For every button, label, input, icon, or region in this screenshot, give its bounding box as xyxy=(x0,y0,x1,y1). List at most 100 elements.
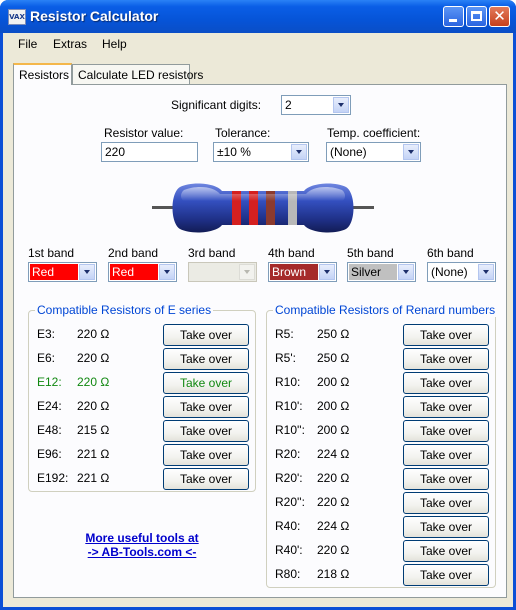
take-over-button[interactable]: Take over xyxy=(163,444,249,466)
e-series-value: 221 Ω xyxy=(77,471,110,485)
temp-coefficient-label: Temp. coefficient: xyxy=(327,126,421,140)
take-over-button[interactable]: Take over xyxy=(403,492,489,514)
take-over-button[interactable]: Take over xyxy=(403,372,489,394)
link-line-2[interactable]: -> AB-Tools.com <- xyxy=(42,545,242,559)
tab-calculate-led[interactable]: Calculate LED resistors xyxy=(72,64,203,84)
chevron-down-icon[interactable] xyxy=(398,264,414,280)
band-1-value: Red xyxy=(32,265,55,279)
take-over-button[interactable]: Take over xyxy=(403,564,489,586)
take-over-button[interactable]: Take over xyxy=(163,324,249,346)
e-series-value: 220 Ω xyxy=(77,375,110,389)
maximize-icon xyxy=(471,11,482,21)
renard-name: R40: xyxy=(275,519,301,533)
take-over-button[interactable]: Take over xyxy=(163,468,249,490)
take-over-button[interactable]: Take over xyxy=(163,348,249,370)
maximize-button[interactable] xyxy=(466,6,487,27)
renard-name: R20: xyxy=(275,447,301,461)
e-series-group: Compatible Resistors of E series E3: 220 … xyxy=(28,303,256,492)
e-series-value: 221 Ω xyxy=(77,447,110,461)
take-over-button[interactable]: Take over xyxy=(163,372,249,394)
window-title: Resistor Calculator xyxy=(30,8,159,24)
chevron-down-icon[interactable] xyxy=(403,144,419,160)
e-series-value: 220 Ω xyxy=(77,351,110,365)
chevron-down-icon[interactable] xyxy=(79,264,95,280)
significant-digits-select[interactable]: 2 xyxy=(281,95,351,115)
ab-tools-link[interactable]: More useful tools at -> AB-Tools.com <- xyxy=(42,531,242,559)
chevron-down-icon xyxy=(239,264,255,280)
resistor-value-label: Resistor value: xyxy=(104,126,184,140)
renard-value: 218 Ω xyxy=(317,567,350,581)
chevron-down-icon[interactable] xyxy=(333,97,349,113)
take-over-button[interactable]: Take over xyxy=(403,348,489,370)
chevron-down-icon[interactable] xyxy=(478,264,494,280)
e-series-name: E48: xyxy=(37,423,62,437)
e-series-value: 220 Ω xyxy=(77,399,110,413)
renard-name: R10: xyxy=(275,375,301,389)
resistors-panel: Significant digits: 2 Resistor value: To… xyxy=(13,84,507,598)
chevron-down-icon[interactable] xyxy=(319,264,335,280)
renard-value: 224 Ω xyxy=(317,519,350,533)
take-over-button[interactable]: Take over xyxy=(403,516,489,538)
band-2-label: 2nd band xyxy=(108,246,159,260)
renard-name: R10': xyxy=(275,399,303,413)
renard-name: R80: xyxy=(275,567,301,581)
link-line-1[interactable]: More useful tools at xyxy=(42,531,242,545)
menu-file[interactable]: File xyxy=(18,37,37,51)
e-series-value: 220 Ω xyxy=(77,327,110,341)
renard-name: R10'': xyxy=(275,423,305,437)
e-series-name: E6: xyxy=(37,351,56,365)
chevron-down-icon[interactable] xyxy=(291,144,307,160)
band-6-label: 6th band xyxy=(427,246,474,260)
tab-resistors[interactable]: Resistors xyxy=(13,63,72,85)
take-over-button[interactable]: Take over xyxy=(403,396,489,418)
chevron-down-icon[interactable] xyxy=(159,264,175,280)
e-series-name: E3: xyxy=(37,327,56,341)
band-6-value: (None) xyxy=(431,265,468,279)
tolerance-label: Tolerance: xyxy=(215,126,271,140)
take-over-button[interactable]: Take over xyxy=(163,396,249,418)
take-over-button[interactable]: Take over xyxy=(403,444,489,466)
band-1-select[interactable]: Red xyxy=(28,262,97,282)
renard-name: R5: xyxy=(275,327,294,341)
e-series-name: E192: xyxy=(37,471,69,485)
renard-title: Compatible Resistors of Renard numbers xyxy=(273,303,498,317)
close-button[interactable]: ✕ xyxy=(489,6,510,27)
take-over-button[interactable]: Take over xyxy=(163,420,249,442)
resistor-value-field[interactable] xyxy=(101,142,198,162)
resistor-value-input[interactable] xyxy=(102,143,197,161)
renard-value: 200 Ω xyxy=(317,399,350,413)
renard-name: R20': xyxy=(275,471,303,485)
take-over-button[interactable]: Take over xyxy=(403,468,489,490)
temp-coefficient-value: (None) xyxy=(330,145,367,159)
significant-digits-label: Significant digits: xyxy=(171,98,262,112)
e-series-value: 215 Ω xyxy=(77,423,110,437)
band-5-select[interactable]: Silver xyxy=(347,262,416,282)
title-bar[interactable]: VAX Resistor Calculator ✕ xyxy=(0,0,516,33)
significant-digits-value: 2 xyxy=(285,98,292,112)
minimize-button[interactable] xyxy=(443,6,464,27)
temp-coefficient-select[interactable]: (None) xyxy=(326,142,421,162)
e-series-name: E12: xyxy=(37,375,62,389)
band-1-label: 1st band xyxy=(28,246,75,260)
band-3-swatch xyxy=(190,264,238,280)
band-4-value: Brown xyxy=(272,265,307,279)
e-series-name: E24: xyxy=(37,399,62,413)
renard-value: 250 Ω xyxy=(317,327,350,341)
band-6-select[interactable]: (None) xyxy=(427,262,496,282)
band-3-select xyxy=(188,262,257,282)
take-over-button[interactable]: Take over xyxy=(403,540,489,562)
band-2-select[interactable]: Red xyxy=(108,262,177,282)
band-4-select[interactable]: Brown xyxy=(268,262,337,282)
minimize-icon xyxy=(449,19,457,22)
tolerance-select[interactable]: ±10 % xyxy=(213,142,309,162)
take-over-button[interactable]: Take over xyxy=(403,420,489,442)
menu-help[interactable]: Help xyxy=(102,37,127,51)
renard-value: 224 Ω xyxy=(317,447,350,461)
renard-name: R5': xyxy=(275,351,296,365)
renard-name: R20'': xyxy=(275,495,305,509)
take-over-button[interactable]: Take over xyxy=(403,324,489,346)
resistor-app-icon: VAX xyxy=(8,9,26,25)
renard-value: 220 Ω xyxy=(317,543,350,557)
renard-value: 200 Ω xyxy=(317,375,350,389)
menu-extras[interactable]: Extras xyxy=(53,37,87,51)
